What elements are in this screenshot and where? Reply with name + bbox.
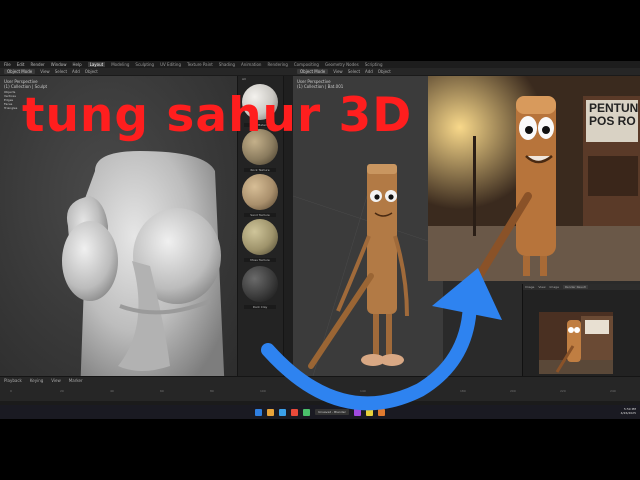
timeline-tick: 80 xyxy=(210,389,214,393)
asset-filter[interactable]: All xyxy=(242,77,246,81)
asset-label: Moss Texture xyxy=(244,258,276,262)
workspace-tab-geometry-nodes[interactable]: Geometry Nodes xyxy=(325,62,359,67)
image-editor-menu[interactable]: View xyxy=(538,285,545,289)
right-menu-select[interactable]: Select xyxy=(348,69,360,74)
asset-thumb[interactable] xyxy=(242,266,278,302)
asset-thumb[interactable] xyxy=(242,174,278,210)
timeline-tick: 200 xyxy=(510,389,516,393)
browser-icon[interactable] xyxy=(279,408,287,416)
timeline-menu-keying[interactable]: Keying xyxy=(30,378,43,383)
right-viewport-header: Object Mode View Select Add Object xyxy=(293,68,640,76)
left-menu-add[interactable]: Add xyxy=(72,69,80,74)
image-editor-menu[interactable]: Image xyxy=(550,285,559,289)
timeline-tick: 40 xyxy=(110,389,114,393)
workspace-tab-texture-paint[interactable]: Texture Paint xyxy=(187,62,213,67)
timeline-tick: 0 xyxy=(10,389,12,393)
taskbar-blender-task[interactable]: Unsaved - Blender xyxy=(315,409,349,415)
workspace-tab-animation[interactable]: Animation xyxy=(241,62,261,67)
timeline-tick: 120 xyxy=(310,389,316,393)
menu-file[interactable]: File xyxy=(4,62,11,67)
workspace-tab-layout[interactable]: Layout xyxy=(87,62,106,67)
file-explorer-icon[interactable] xyxy=(267,408,275,416)
timeline-tick: 240 xyxy=(610,389,616,393)
left-viewport-header: Object Mode View Select Add Object xyxy=(0,68,293,76)
workspace-tab-uv[interactable]: UV Editing xyxy=(160,62,181,67)
menu-edit[interactable]: Edit xyxy=(17,62,25,67)
timeline-tick: 180 xyxy=(460,389,466,393)
app-icon[interactable] xyxy=(291,408,299,416)
timeline-tick: 160 xyxy=(410,389,416,393)
timeline-tick: 100 xyxy=(260,389,266,393)
reference-image: PENTUN POS RO xyxy=(428,76,640,281)
os-taskbar: Unsaved - Blender 5:59 PM 4/26/2025 xyxy=(0,405,640,419)
render-result-image xyxy=(539,312,613,374)
clock-date: 4/26/2025 xyxy=(620,411,636,415)
left-menu-view[interactable]: View xyxy=(40,69,50,74)
workspace-tab-sculpting[interactable]: Sculpting xyxy=(135,62,154,67)
blender-icon[interactable] xyxy=(377,408,385,416)
workspace-tab-compositing[interactable]: Compositing xyxy=(294,62,319,67)
asset-thumb[interactable] xyxy=(242,219,278,255)
station-sign: PENTUN POS RO xyxy=(589,101,639,128)
timeline-menu-marker[interactable]: Marker xyxy=(69,378,83,383)
workspace-tab-modeling[interactable]: Modeling xyxy=(111,62,129,67)
menu-render[interactable]: Render xyxy=(30,62,44,67)
panel-divider xyxy=(500,284,522,376)
timeline-tick: 220 xyxy=(560,389,566,393)
asset-label: Rock Texture xyxy=(244,168,276,172)
app-icon[interactable] xyxy=(353,408,361,416)
menubar: File Edit Render Window Help Layout Mode… xyxy=(0,61,640,68)
app-icon[interactable] xyxy=(303,408,311,416)
image-editor-header: Image View Image Render Result xyxy=(523,284,640,290)
timeline-menu-playback[interactable]: Playback xyxy=(4,378,22,383)
right-mode-select[interactable]: Object Mode xyxy=(297,69,329,74)
app-icon[interactable] xyxy=(365,408,373,416)
left-mode-select[interactable]: Object Mode xyxy=(4,69,36,74)
workspace-tab-shading[interactable]: Shading xyxy=(219,62,235,67)
start-menu-icon[interactable] xyxy=(255,408,263,416)
left-menu-object[interactable]: Object xyxy=(85,69,98,74)
menu-window[interactable]: Window xyxy=(51,62,67,67)
image-slot-select[interactable]: Render Result xyxy=(562,285,588,289)
thumbnail-title: tung sahur 3D xyxy=(22,88,413,143)
right-menu-add[interactable]: Add xyxy=(365,69,373,74)
asset-label: Dark Clay xyxy=(244,305,276,309)
timeline-tick: 20 xyxy=(60,389,64,393)
image-editor-panel: Image View Image Render Result xyxy=(522,284,640,376)
timeline-tick: 60 xyxy=(160,389,164,393)
timeline[interactable]: Playback Keying View Marker 0 20 40 60 8… xyxy=(0,376,640,401)
workspace-tab-rendering[interactable]: Rendering xyxy=(267,62,287,67)
timeline-header: Playback Keying View Marker xyxy=(0,377,640,383)
timeline-menu-view[interactable]: View xyxy=(51,378,61,383)
right-menu-object[interactable]: Object xyxy=(378,69,391,74)
image-editor-menu[interactable]: Image xyxy=(525,285,534,289)
menu-help[interactable]: Help xyxy=(72,62,81,67)
timeline-tick: 140 xyxy=(360,389,366,393)
right-menu-view[interactable]: View xyxy=(333,69,343,74)
left-menu-select[interactable]: Select xyxy=(55,69,67,74)
system-clock[interactable]: 5:59 PM 4/26/2025 xyxy=(621,407,636,415)
workspace-tab-scripting[interactable]: Scripting xyxy=(365,62,383,67)
asset-label: Sand Texture xyxy=(244,213,276,217)
